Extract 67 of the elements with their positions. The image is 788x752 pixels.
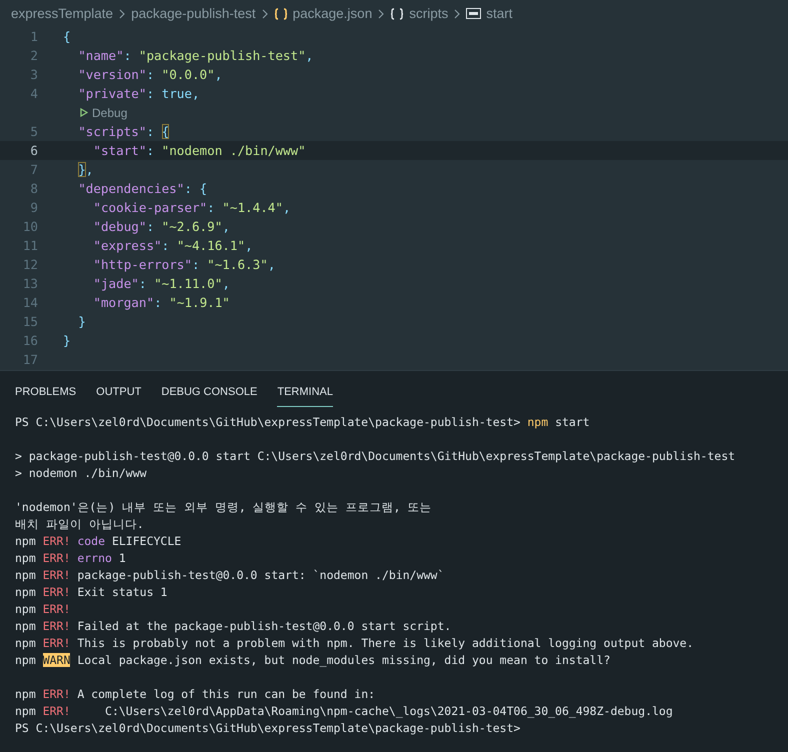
braces-icon xyxy=(390,8,404,20)
terminal-line: npm ERR! errno 1 xyxy=(15,550,127,567)
terminal-line: PS C:\Users\zel0rd\Documents\GitHub\expressTemplate\package-publish-test> xyxy=(15,720,522,737)
code-line: "dependencies": { xyxy=(78,181,208,196)
code-line: } xyxy=(78,314,86,329)
text-field-icon xyxy=(466,8,482,19)
line-number: 14 xyxy=(22,295,38,310)
panel-tab[interactable]: DEBUG CONSOLE xyxy=(161,381,258,407)
terminal-line: npm ERR! This is probably not a problem with npm. There is likely additional logging output above. xyxy=(15,635,695,652)
line-number: 6 xyxy=(29,143,38,158)
panel-tab[interactable]: TERMINAL xyxy=(277,381,333,407)
play-icon xyxy=(80,108,88,117)
terminal-line: npm ERR! package-publish-test@0.0.0 start: `nodemon ./bin/www` xyxy=(15,567,446,584)
terminal-line: > nodemon ./bin/www xyxy=(15,465,148,482)
code-line: "cookie-parser": "~1.4.4", xyxy=(93,200,291,215)
terminal-line: PS C:\Users\zel0rd\Documents\GitHub\expressTemplate\package-publish-test> npm start xyxy=(15,414,591,431)
terminal-line: 배치 파일이 아닙니다. xyxy=(15,516,145,533)
code-line: "scripts": { xyxy=(78,124,170,139)
line-number: 7 xyxy=(29,162,38,177)
line-number: 2 xyxy=(29,48,38,63)
line-number: 15 xyxy=(22,314,38,329)
code-line: "morgan": "~1.9.1" xyxy=(93,295,230,310)
line-number: 8 xyxy=(29,181,38,196)
panel-tab[interactable]: PROBLEMS xyxy=(15,381,76,407)
code-line: "private": true, xyxy=(78,86,200,101)
braces-icon xyxy=(274,8,288,20)
terminal-line: npm ERR! xyxy=(15,601,72,618)
code-line: "http-errors": "~1.6.3", xyxy=(93,257,276,272)
terminal-line: npm ERR! code ELIFECYCLE xyxy=(15,533,182,550)
terminal-line: npm WARN Local package.json exists, but node_modules missing, did you mean to install? xyxy=(15,652,612,669)
breadcrumb-item[interactable]: package.json xyxy=(292,6,372,21)
code-line: "name": "package-publish-test", xyxy=(78,48,314,63)
code-line: "version": "0.0.0", xyxy=(78,67,222,82)
panel-tab[interactable]: OUTPUT xyxy=(96,381,142,407)
terminal-line: npm ERR! A complete log of this run can be found in: xyxy=(15,686,376,703)
breadcrumb-item[interactable]: start xyxy=(486,6,512,21)
code-line: } xyxy=(63,333,71,348)
line-number: 16 xyxy=(22,333,38,348)
line-number: 12 xyxy=(22,257,38,272)
line-number: 13 xyxy=(22,276,38,291)
breadcrumb-item[interactable]: package-publish-test xyxy=(131,6,256,21)
breadcrumb-item[interactable]: scripts xyxy=(409,6,448,21)
line-number: 10 xyxy=(22,219,38,234)
code-line: "debug": "~2.6.9", xyxy=(93,219,230,234)
terminal-line: 'nodemon'은(는) 내부 또는 외부 명령, 실행할 수 있는 프로그램, 또는 xyxy=(15,499,432,516)
debug-codelens[interactable]: Debug xyxy=(80,106,128,120)
breadcrumb-item[interactable]: expressTemplate xyxy=(11,6,114,21)
chevron-icon xyxy=(453,8,462,18)
chevron-icon xyxy=(260,8,269,18)
chevron-icon xyxy=(118,8,126,18)
terminal-line: npm ERR! Exit status 1 xyxy=(15,584,168,601)
code-line: "start": "nodemon ./bin/www" xyxy=(93,143,306,158)
line-number: 1 xyxy=(29,29,38,44)
line-number: 11 xyxy=(22,238,38,253)
terminal-line: > package-publish-test@0.0.0 start C:\Users\zel0rd\Documents\GitHub\expressTemplate\package-publish-test xyxy=(15,448,736,465)
line-number: 9 xyxy=(29,200,38,215)
code-line: { xyxy=(63,29,71,44)
line-number: 17 xyxy=(22,352,38,367)
code-line: "express": "~4.16.1", xyxy=(93,238,253,253)
terminal-line: npm ERR! C:\Users\zel0rd\AppData\Roaming\npm-cache\_logs\2021-03-04T06_30_06_498Z-debug.log xyxy=(15,703,674,720)
code-line: "jade": "~1.11.0", xyxy=(93,276,230,291)
terminal-line: npm ERR! Failed at the package-publish-test@0.0.0 start script. xyxy=(15,618,452,635)
code-line: }, xyxy=(78,162,94,177)
line-number: 4 xyxy=(29,86,38,101)
chevron-icon xyxy=(377,8,386,18)
line-number: 3 xyxy=(29,67,38,82)
line-number: 5 xyxy=(29,124,38,139)
